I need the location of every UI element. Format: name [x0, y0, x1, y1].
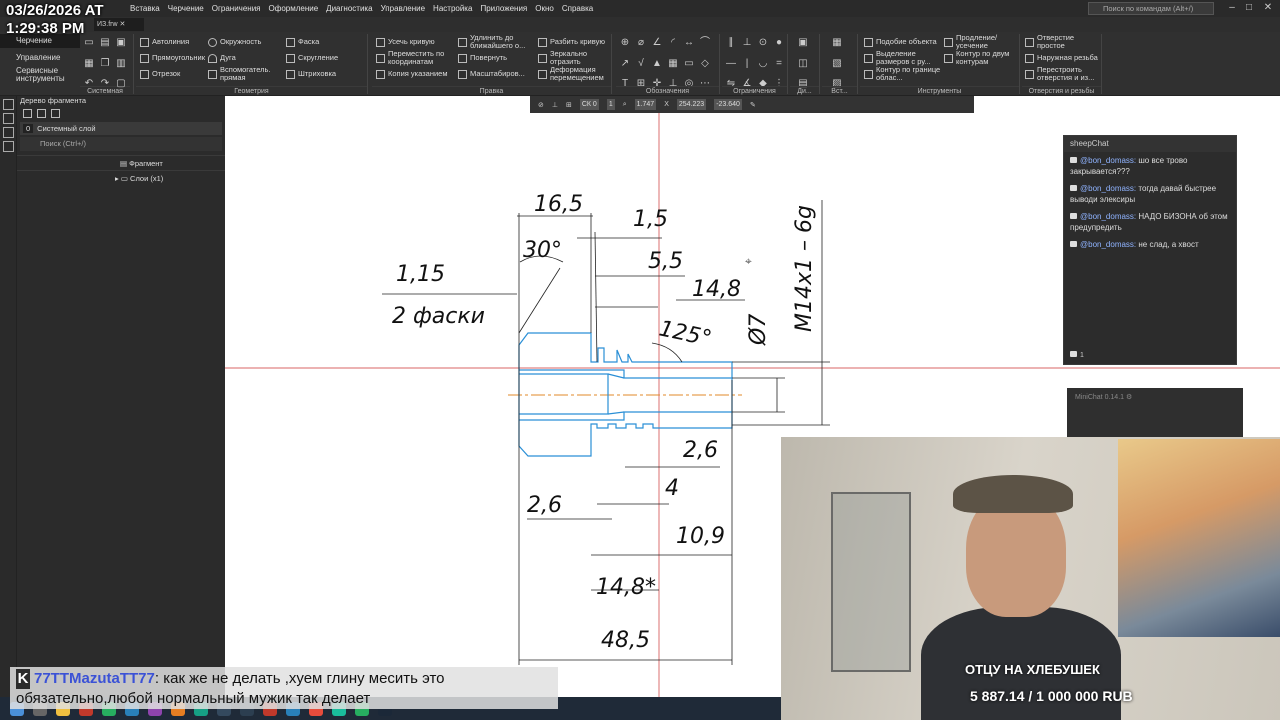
- person-cap: [953, 475, 1073, 513]
- dim-30deg: 30°: [523, 238, 562, 263]
- grid-toggle-icon[interactable]: ⊞: [566, 101, 572, 109]
- youtube-icon: [1070, 351, 1077, 357]
- dim-14-8: 14,8: [692, 277, 741, 302]
- step-input[interactable]: 1: [606, 99, 615, 110]
- poster: [1118, 439, 1280, 637]
- dim-2-6-right: 2,6: [683, 438, 718, 463]
- youtube-icon: [1070, 213, 1077, 219]
- chat-message: @bon_domass: тогда давай быстрее выводи …: [1070, 184, 1217, 204]
- badge: K: [16, 669, 30, 689]
- webcam-feed: [781, 437, 1280, 720]
- youtube-icon: [1070, 241, 1077, 247]
- stream-chat-overlay: K 77TTMazutaTT77: как же не делать ,хуем …: [10, 667, 558, 709]
- time: 1:29:38 PM: [6, 20, 85, 37]
- thread-note: M14x1 – 6g: [792, 205, 817, 332]
- chat-title: sheepChat: [1064, 136, 1236, 152]
- youtube-icon: [1070, 185, 1077, 191]
- dim-14-8-star: 14,8*: [596, 575, 656, 600]
- zoom-input[interactable]: 1.747: [634, 99, 657, 110]
- overlay-nick: 77TTMazutaTT77: [34, 670, 155, 687]
- canvas-toolbar: ⊘ ⊥ ⊞ СК 0 1 ⌕ 1.747 X 254.223 -23.640 ✎: [530, 96, 974, 113]
- shelf: [831, 492, 911, 672]
- viewer-count: 1: [1070, 351, 1084, 359]
- pipette-icon[interactable]: ✎: [750, 101, 756, 109]
- ortho-icon[interactable]: ⊥: [552, 101, 558, 109]
- y-coord[interactable]: -23.640: [714, 99, 742, 110]
- dim-5-5: 5,5: [648, 249, 683, 274]
- chat-message: @bon_domass: шо все трово закрывается???: [1070, 156, 1188, 176]
- youtube-icon: [1070, 157, 1077, 163]
- chat-message: @bon_domass: не слад, а хвост: [1064, 236, 1236, 253]
- dim-1-5: 1,5: [633, 207, 668, 232]
- dimension-texts: 16,5 1,5 30° 5,5 14,8 1,15 2 фаски 125° …: [392, 192, 817, 653]
- x-coord[interactable]: 254.223: [676, 99, 707, 110]
- dim-48-5: 48,5: [601, 628, 650, 653]
- dim-4: 4: [665, 476, 679, 501]
- timestamp-overlay: 03/26/2026 AT 1:29:38 PM: [6, 2, 104, 38]
- donation-title: ОТЦУ НА ХЛЕБУШЕК: [965, 662, 1100, 677]
- settings-icon[interactable]: ⚙: [1126, 394, 1132, 401]
- cs-select[interactable]: СК 0: [579, 99, 599, 110]
- dim-16-5: 16,5: [534, 192, 583, 217]
- chamfer-note: 2 фаски: [392, 304, 485, 329]
- dim-diameter-7: Ø7: [746, 314, 771, 346]
- cursor-icon: ⌖: [745, 254, 752, 268]
- x-label: X: [664, 101, 669, 108]
- snap-icon[interactable]: ⊘: [538, 101, 544, 109]
- zoom-icon[interactable]: ⌕: [623, 101, 627, 109]
- dim-10-9: 10,9: [676, 524, 725, 549]
- dim-2-6-left: 2,6: [527, 493, 562, 518]
- sheepchat-window: sheepChat @bon_domass: шо все трово закр…: [1063, 135, 1237, 365]
- dim-1-15: 1,15: [396, 262, 445, 287]
- date: 03/26/2026 AT: [6, 2, 104, 19]
- chat-message: @bon_domass: НАДО БИЗОНА об этом предупр…: [1070, 212, 1228, 232]
- donation-amount: 5 887.14 / 1 000 000 RUB: [970, 688, 1133, 704]
- minichat-window: MiniChat 0.14.1 ⚙: [1067, 388, 1243, 438]
